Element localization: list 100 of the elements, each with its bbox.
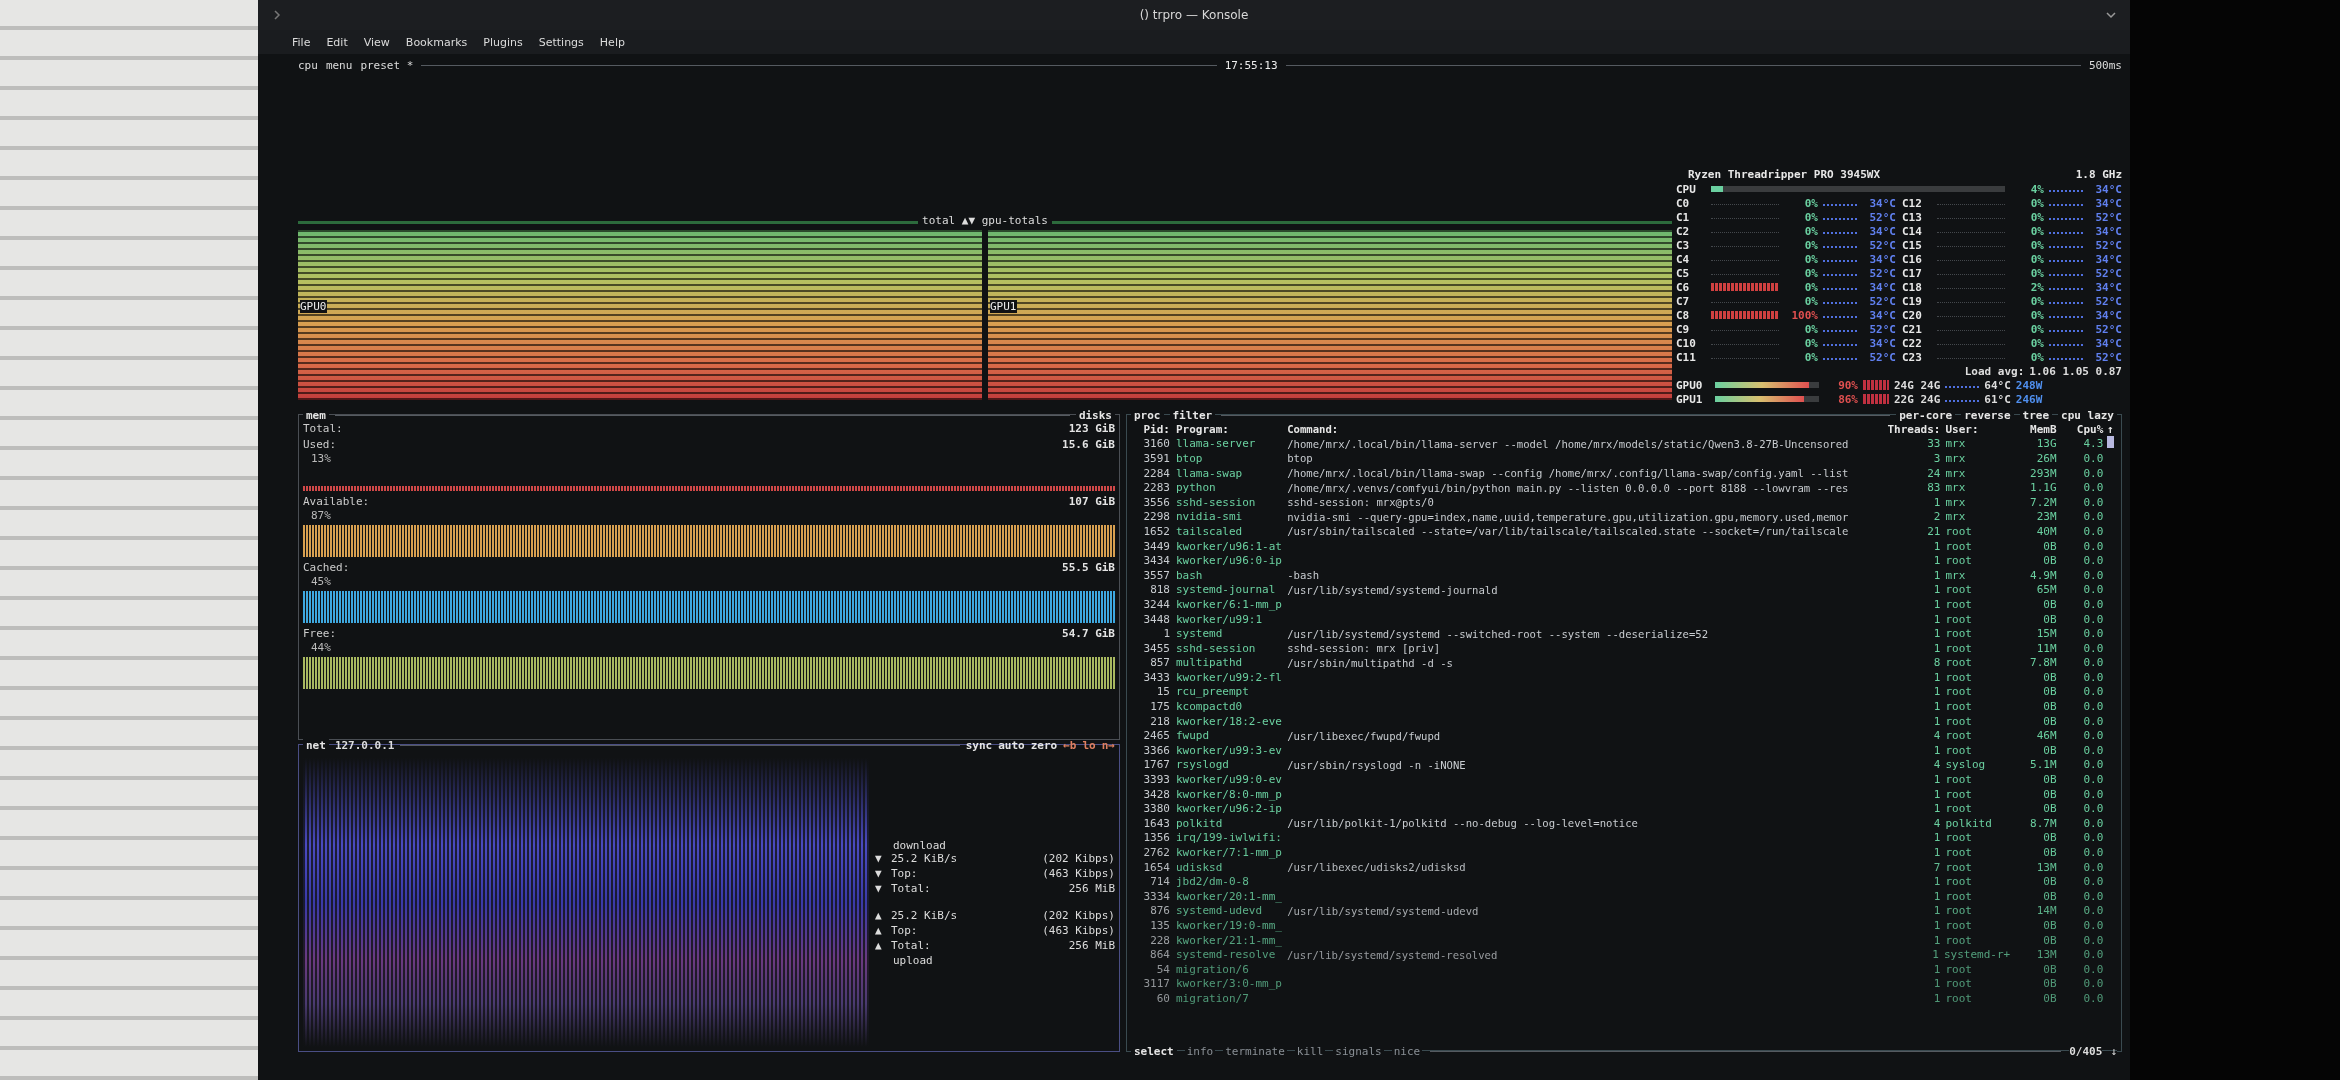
cpu-cell-text: 0.0 <box>2082 583 2104 597</box>
net-option[interactable]: lo <box>1082 738 1096 752</box>
pid-cell-text: 3434 <box>1142 554 1171 568</box>
menu-item[interactable]: File <box>292 35 311 49</box>
user-cell-text: root <box>1945 597 1973 611</box>
memory-cell-text: 0B <box>2042 714 2057 728</box>
cpu-temperature: 34°C <box>2094 182 2122 196</box>
pid-cell-text: 3393 <box>1142 773 1171 787</box>
panel-title[interactable]: net <box>303 738 329 752</box>
key-hint[interactable]: kill <box>1294 1044 1326 1058</box>
net-option[interactable]: auto <box>998 738 1025 752</box>
chevron-icon[interactable] <box>272 10 282 20</box>
pid-cell-text: 3366 <box>1142 743 1171 757</box>
stat-value: (463 Kibps) <box>1042 866 1115 882</box>
pid-cell-text: 3448 <box>1142 612 1171 626</box>
program-cell-text: python <box>1176 481 1217 495</box>
column-header[interactable]: Threads: <box>1885 422 1946 436</box>
panel-title[interactable]: disks <box>1075 408 1115 422</box>
core-percent: 0% <box>2029 210 2044 224</box>
column-header[interactable]: Program: <box>1176 422 1288 436</box>
core-label: C15 <box>1902 238 1923 252</box>
top-tab[interactable]: cpu <box>298 58 318 72</box>
gpu-memory: 24G 24G <box>1894 378 1941 392</box>
menu-item[interactable]: Edit <box>326 35 348 49</box>
cpu-cell-text: 0.0 <box>2082 758 2104 772</box>
core-temperature: 34°C <box>2094 280 2122 294</box>
net-option[interactable]: n→ <box>1101 738 1115 752</box>
key-hint[interactable]: nice <box>1391 1044 1423 1058</box>
top-tab[interactable]: menu <box>325 58 353 72</box>
user-cell-text: mrx <box>1945 452 1967 465</box>
core-temperature: 52°C <box>1868 266 1896 280</box>
net-option[interactable]: ←b <box>1063 738 1077 752</box>
command-cell: /usr/lib/systemd/systemd-udevd <box>1287 904 1479 917</box>
menu-item[interactable]: Bookmarks <box>405 35 468 49</box>
threads-cell-text: 4 <box>1932 816 1942 830</box>
program-cell-text: kworker/7:1-mm_p <box>1176 846 1283 859</box>
scroll-down-arrow[interactable]: ↓ <box>2110 1044 2117 1058</box>
column-header[interactable]: Cpu% <box>2070 422 2104 436</box>
menu-item[interactable]: Help <box>599 35 625 49</box>
threads-cell-text: 1 <box>1932 889 1942 903</box>
select-label[interactable]: select <box>1131 1044 1177 1058</box>
cpu-cell-text: 0.0 <box>2082 948 2104 962</box>
pid-cell-text: 3556 <box>1142 495 1171 509</box>
user-cell-text: polkitd <box>1945 816 1993 830</box>
core-temperature: 52°C <box>2094 210 2122 224</box>
core-temperature: 52°C <box>1868 238 1896 252</box>
cpu-cell-text: 0.0 <box>2082 510 2104 524</box>
memory-cell-text: 0B <box>2042 846 2057 859</box>
column-header[interactable]: Pid: <box>1131 422 1176 436</box>
menu-item[interactable]: Plugins <box>483 35 523 49</box>
pid-cell-text: 3433 <box>1142 670 1171 684</box>
column-header[interactable]: MemB <box>2009 422 2057 436</box>
down-arrow-icon: ▼ <box>875 881 885 897</box>
core-percent: 0% <box>2029 336 2044 350</box>
key-hint[interactable]: info <box>1184 1044 1216 1058</box>
threads-cell-text: 33 <box>1926 437 1942 451</box>
down-arrow-icon: ▼ <box>875 851 885 867</box>
pid-cell-text: 3449 <box>1142 539 1171 553</box>
cpu-cell-text: 0.0 <box>2082 816 2104 830</box>
proc-option[interactable]: cpu lazy <box>2058 408 2117 422</box>
user-cell-text: root <box>1945 875 1973 889</box>
user-cell-text: root <box>1945 802 1973 816</box>
update-interval[interactable]: 500ms <box>2088 58 2122 72</box>
proc-option[interactable]: tree <box>2019 408 2052 422</box>
filter-field[interactable]: filter <box>1169 408 1216 422</box>
key-hint[interactable]: terminate <box>1223 1044 1287 1058</box>
memory-cell-text: 4.9M <box>2029 568 2057 582</box>
net-option[interactable]: zero <box>1030 738 1058 752</box>
gpu-label: GPU0 <box>1676 378 1704 392</box>
column-header[interactable]: User: <box>1945 422 2010 436</box>
menu-item[interactable]: Settings <box>538 35 584 49</box>
cpu-cell-text: 0.0 <box>2082 452 2104 465</box>
memory-cell-text: 13M <box>2035 860 2057 874</box>
user-cell-text: root <box>1945 743 1973 757</box>
threads-cell-text: 24 <box>1926 466 1942 480</box>
key-hint[interactable]: signals <box>1333 1044 1384 1058</box>
core-label: C17 <box>1902 266 1923 280</box>
load-label: Load avg: <box>1964 364 2025 378</box>
upload-label: upload <box>892 953 934 967</box>
graph-title[interactable]: total ▲▼ gpu-totals <box>918 214 1052 227</box>
memory-cell-text: 0B <box>2042 670 2057 684</box>
core-label: C2 <box>1676 224 1691 238</box>
menu-item[interactable]: View <box>363 35 390 49</box>
column-header[interactable]: Command: <box>1287 423 1886 436</box>
net-option[interactable]: sync <box>965 738 993 752</box>
core-percent: 0% <box>1803 210 1818 224</box>
window-title: () trpro — Konsole <box>1138 8 1250 22</box>
threads-cell-text: 4 <box>1932 758 1942 772</box>
scrollbar-thumb[interactable] <box>2106 436 2114 449</box>
command-cell: /usr/sbin/rsyslogd -n -iNONE <box>1287 758 1466 771</box>
threads-cell-text: 1 <box>1932 933 1942 947</box>
top-tab[interactable]: preset * <box>360 58 414 72</box>
threads-cell-text: 1 <box>1932 977 1942 991</box>
user-cell-text: root <box>1945 846 1973 859</box>
pid-cell-text: 1767 <box>1142 758 1171 772</box>
chevron-icon[interactable] <box>2106 10 2116 20</box>
gpu-percent: 86% <box>1837 392 1858 406</box>
scroll-up-arrow[interactable]: ↑ <box>2103 422 2117 436</box>
command-cell: /usr/lib/systemd/systemd-journald <box>1287 583 1498 596</box>
program-cell-text: kworker/18:2-eve <box>1176 714 1283 728</box>
